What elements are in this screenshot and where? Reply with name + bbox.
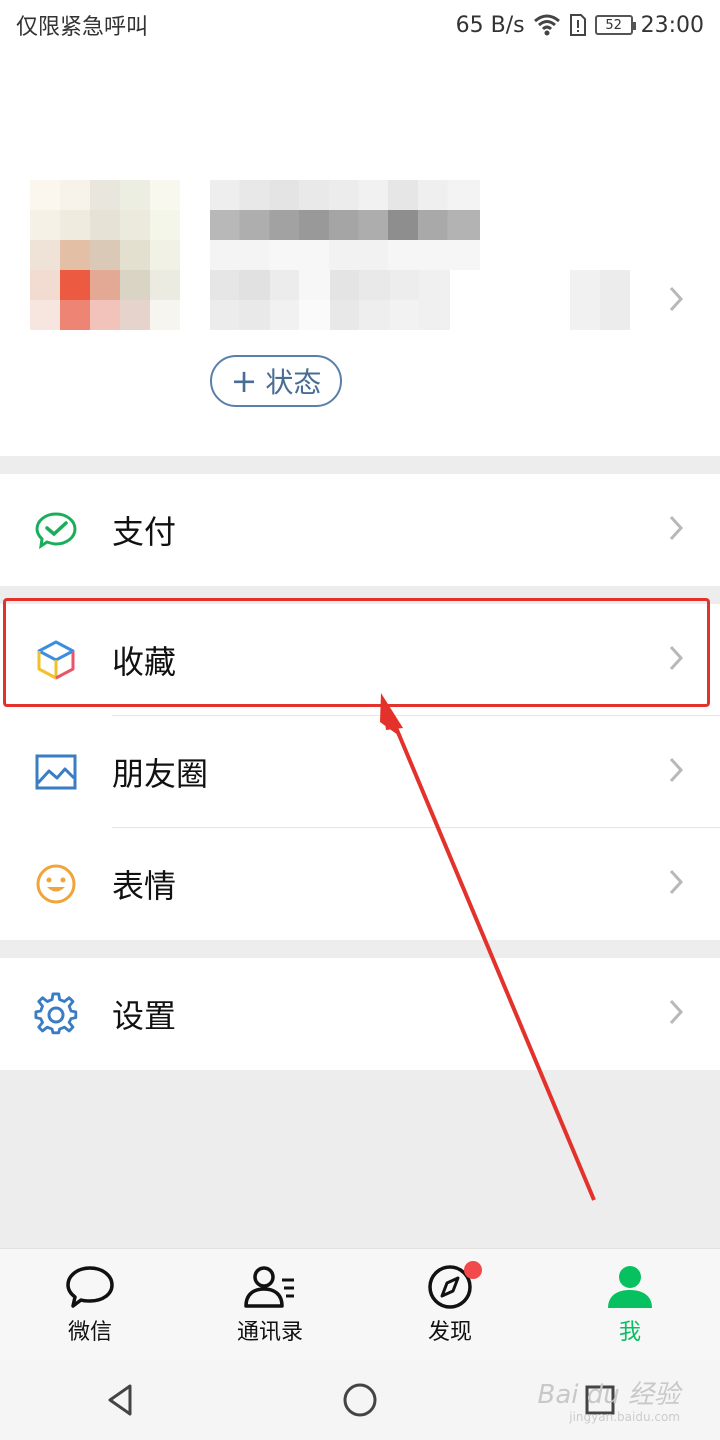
settings-section: 设置 (0, 958, 720, 1070)
status-right: 65 B/s 52 23:00 (456, 13, 704, 38)
watermark-logo: Bai du 经验 (537, 1380, 680, 1410)
carrier-text: 仅限紧急呼叫 (16, 15, 149, 40)
add-status-button[interactable]: + 状态 (210, 355, 342, 407)
menu-item-moments[interactable]: 朋友圈 (0, 716, 720, 828)
profile-header[interactable]: + 状态 (0, 50, 720, 456)
chevron-right-icon (669, 757, 684, 783)
menu-item-settings[interactable]: 设置 (0, 958, 720, 1070)
tab-chats[interactable]: 微信 (0, 1249, 180, 1360)
gear-icon (34, 992, 78, 1035)
menu-item-pay[interactable]: 支付 (0, 474, 720, 586)
tab-label: 通讯录 (236, 1319, 303, 1345)
highlight-box (3, 598, 710, 707)
chevron-right-icon (669, 999, 684, 1025)
wifi-icon (533, 14, 560, 36)
notification-dot (464, 1261, 482, 1279)
watermark-url: jingyan.baidu.com (569, 1410, 680, 1424)
status-label: 状态 (265, 366, 322, 399)
battery-indicator: 52 (594, 15, 636, 35)
chevron-right-icon (669, 515, 684, 541)
tab-discover[interactable]: 发现 (360, 1249, 540, 1360)
clock: 23:00 (640, 12, 704, 38)
picture-icon (35, 754, 77, 790)
chevron-right-icon (669, 286, 684, 312)
tab-label: 发现 (427, 1319, 472, 1345)
avatar[interactable] (30, 180, 180, 330)
home-icon[interactable] (342, 1382, 378, 1418)
person-icon (608, 1265, 652, 1308)
tab-label: 微信 (67, 1319, 112, 1345)
wallet-check-icon (35, 512, 77, 550)
menu-label-moments: 朋友圈 (112, 755, 209, 793)
back-icon[interactable] (102, 1382, 138, 1418)
sim-alert-icon (569, 14, 586, 36)
pay-section: 支付 (0, 474, 720, 586)
chevron-right-icon (669, 869, 684, 895)
tab-me[interactable]: 我 (540, 1249, 720, 1360)
menu-label-pay: 支付 (112, 513, 177, 551)
menu-label-stickers: 表情 (112, 867, 177, 905)
chat-bubble-icon (66, 1265, 114, 1308)
menu-label-settings: 设置 (112, 997, 177, 1035)
contacts-icon (244, 1265, 294, 1308)
smiley-icon (36, 864, 76, 904)
plus-icon: + (230, 362, 258, 400)
tab-label: 我 (618, 1319, 641, 1345)
bottom-tab-bar: 微信 通讯录 发现 我 (0, 1248, 720, 1360)
network-speed: 65 B/s (455, 12, 525, 38)
tab-contacts[interactable]: 通讯录 (180, 1249, 360, 1360)
menu-item-stickers[interactable]: 表情 (0, 828, 720, 940)
status-bar: 仅限紧急呼叫 65 B/s 52 23:00 (0, 0, 720, 50)
